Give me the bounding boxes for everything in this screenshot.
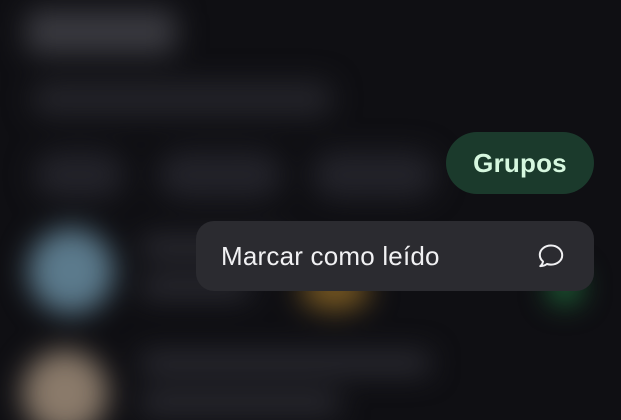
chat-bubble-icon (536, 241, 566, 271)
blurred-background (0, 0, 621, 420)
screen: Grupos Marcar como leído (0, 0, 621, 420)
context-menu-item-label: Marcar como leído (221, 240, 440, 271)
bg-avatar (22, 350, 108, 420)
bg-filter-chip (34, 152, 124, 198)
filter-chip-grupos[interactable]: Grupos (446, 132, 594, 194)
bg-text-line (140, 352, 430, 374)
context-menu-item-mark-as-read[interactable]: Marcar como leído (196, 221, 594, 291)
bg-filter-chip (158, 152, 282, 198)
bg-header-title (26, 10, 176, 54)
filter-chip-label: Grupos (473, 147, 567, 178)
bg-avatar (28, 228, 114, 314)
bg-text-line (140, 392, 340, 414)
bg-search-bar (32, 82, 332, 116)
chat-bubble-icon-svg (538, 244, 564, 268)
bg-filter-chip (312, 152, 436, 198)
